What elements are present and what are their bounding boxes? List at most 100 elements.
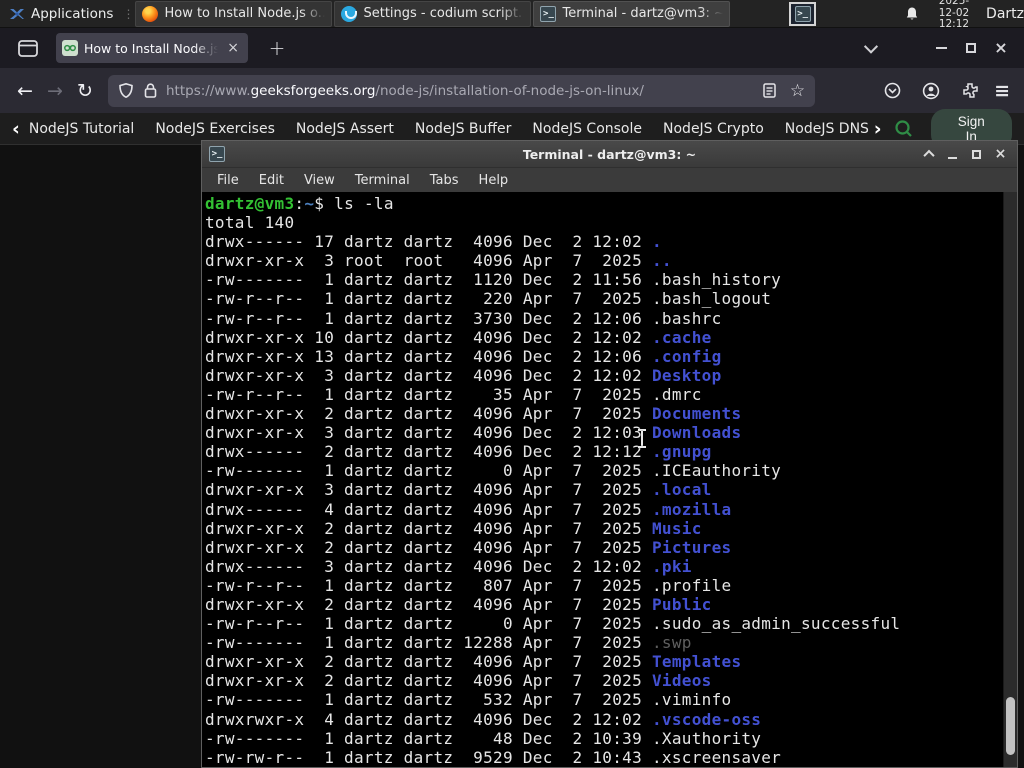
terminal-output-line: drwxrwxr-x 4 dartz dartz 4096 Dec 2 12:0… [205, 709, 762, 729]
terminal-output-line: drwxr-xr-x 3 dartz dartz 4096 Dec 2 12:0… [205, 423, 742, 443]
scrollbar-thumb[interactable] [1006, 697, 1015, 755]
terminal-menu-file[interactable]: File [208, 171, 248, 190]
tab-close-icon[interactable]: × [224, 40, 242, 56]
terminal-scrollbar[interactable] [1003, 192, 1017, 767]
terminal-output-line: -rw------- 1 dartz dartz 48 Dec 2 10:39 … [205, 728, 762, 748]
maximize-button[interactable] [969, 147, 984, 162]
nav-scroll-right-icon[interactable]: › [874, 118, 882, 140]
terminal-menu-help[interactable]: Help [470, 171, 518, 190]
terminal-prompt-line: dartz@vm3:~$ ls -la [205, 194, 394, 213]
terminal-output-line: drwxr-xr-x 10 dartz dartz 4096 Dec 2 12:… [205, 327, 712, 347]
close-button[interactable]: × [986, 34, 1016, 62]
terminal-output-line: -rw------- 1 dartz dartz 532 Apr 7 2025 … [205, 690, 732, 710]
terminal-output-line: -rw-r--r-- 1 dartz dartz 35 Apr 7 2025 .… [205, 384, 702, 404]
panel-clock[interactable]: 2025-12-02 12:12 [934, 0, 974, 31]
terminal-output-line: total 140 [205, 213, 295, 233]
tab-title: How to Install Node.js on [84, 40, 219, 56]
maximize-button[interactable] [956, 34, 986, 62]
site-nav-item[interactable]: NodeJS Buffer [415, 121, 512, 137]
terminal-menu-tabs[interactable]: Tabs [421, 171, 468, 190]
site-nav-item[interactable]: NodeJS DNS [785, 121, 869, 137]
extensions-puzzle-icon[interactable] [955, 76, 985, 106]
taskbar-window-terminal[interactable]: >_ Terminal - dartz@vm3: ~ [533, 0, 731, 27]
site-nav-item[interactable]: NodeJS Tutorial [29, 121, 134, 137]
terminal-output-line: -rw-r--r-- 1 dartz dartz 807 Apr 7 2025 … [205, 575, 732, 595]
url-input[interactable]: https://www.geeksforgeeks.org/node-js/in… [108, 74, 816, 107]
terminal-output-line: -rw------- 1 dartz dartz 12288 Apr 7 202… [205, 633, 692, 653]
firefox-view-icon[interactable] [14, 34, 42, 62]
site-nav-item[interactable]: NodeJS Console [532, 121, 642, 137]
terminal-listing: drwx------ 17 dartz dartz 4096 Dec 2 12:… [205, 232, 1001, 767]
notification-bell-icon[interactable] [904, 6, 920, 22]
terminal-output-line: drwxr-xr-x 2 dartz dartz 4096 Apr 7 2025… [205, 652, 742, 672]
forward-button[interactable]: → [40, 76, 70, 106]
close-button[interactable]: × [993, 147, 1008, 162]
tray-terminal-icon[interactable]: >_ [789, 1, 816, 26]
system-panel: Applications ⋮ How to Install Node.js o.… [0, 0, 1024, 31]
account-icon[interactable] [916, 76, 946, 106]
terminal-output-line: drwx------ 3 dartz dartz 4096 Dec 2 12:0… [205, 556, 692, 576]
site-nav-item[interactable]: NodeJS Crypto [663, 121, 764, 137]
terminal-output-line: drwxr-xr-x 2 dartz dartz 4096 Apr 7 2025… [205, 404, 742, 424]
terminal-menu-terminal[interactable]: Terminal [346, 171, 419, 190]
terminal-title: Terminal - dartz@vm3: ~ [522, 146, 697, 162]
terminal-output-line: drwxr-xr-x 3 root root 4096 Apr 7 2025 .… [205, 251, 672, 271]
terminal-menu-view[interactable]: View [295, 171, 344, 190]
clock-time: 12:12 [938, 18, 970, 31]
vscodium-icon [341, 5, 358, 22]
bookmark-star-icon[interactable]: ☆ [790, 81, 805, 101]
terminal-output-line: drwx------ 4 dartz dartz 4096 Apr 7 2025… [205, 499, 732, 519]
browser-toolbar: ← → ↻ https://www.geeksforgeeks.org/node… [0, 68, 1024, 113]
terminal-output-line: drwxr-xr-x 3 dartz dartz 4096 Dec 2 12:0… [205, 365, 722, 385]
taskbar-window-firefox[interactable]: How to Install Node.js o... [135, 0, 333, 27]
toolbar-right-icons: ≡ [877, 76, 1014, 106]
desktop-screen: Applications ⋮ How to Install Node.js o.… [0, 0, 1024, 768]
terminal-output-line: -rw------- 1 dartz dartz 1120 Dec 2 11:5… [205, 270, 782, 290]
list-all-tabs-icon[interactable] [856, 34, 886, 62]
terminal-output-line: drwxr-xr-x 2 dartz dartz 4096 Apr 7 2025… [205, 671, 712, 691]
minimize-button[interactable] [926, 34, 956, 62]
menu-hamburger-icon[interactable]: ≡ [994, 80, 1010, 102]
terminal-output-line: drwx------ 17 dartz dartz 4096 Dec 2 12:… [205, 232, 662, 252]
terminal-text: dartz@vm3:~$ ls -la total 140 drwx------… [205, 194, 1001, 767]
pocket-icon[interactable] [877, 76, 907, 106]
taskbar-window-label: Terminal - dartz@vm3: ~ [562, 6, 724, 21]
shield-icon[interactable] [118, 83, 134, 99]
applications-menu-button[interactable]: Applications [0, 0, 122, 28]
site-nav-items: NodeJS Tutorial NodeJS Exercises NodeJS As… [29, 121, 872, 137]
lock-icon[interactable] [142, 83, 158, 99]
back-button[interactable]: ← [10, 76, 40, 106]
site-nav-item[interactable]: NodeJS Exercises [155, 121, 275, 137]
clock-date: 2025-12-02 [938, 0, 970, 19]
terminal-output-line: drwxr-xr-x 2 dartz dartz 4096 Apr 7 2025… [205, 594, 712, 614]
browser-tab-active[interactable]: How to Install Node.js on × [56, 33, 248, 63]
url-text: https://www.geeksforgeeks.org/node-js/in… [166, 82, 644, 99]
terminal-output-line: drwxr-xr-x 3 dartz dartz 4096 Apr 7 2025… [205, 480, 712, 500]
reader-view-icon[interactable] [762, 83, 778, 99]
panel-username[interactable]: Dartz [986, 6, 1024, 22]
terminal-icon: >_ [540, 5, 557, 22]
minimize-button[interactable] [945, 147, 960, 162]
terminal-icon: >_ [794, 5, 811, 22]
terminal-output-line: -rw-r--r-- 1 dartz dartz 3730 Dec 2 12:0… [205, 308, 722, 328]
firefox-icon [142, 5, 159, 22]
search-icon[interactable] [894, 119, 913, 138]
terminal-output-line: -rw-r--r-- 1 dartz dartz 0 Apr 7 2025 .s… [205, 614, 901, 634]
panel-separator: ⋮ [122, 6, 134, 21]
taskbar-window-label: How to Install Node.js o... [164, 6, 326, 21]
terminal-window: >_ Terminal - dartz@vm3: ~ × File Edit Vie… [201, 140, 1018, 768]
terminal-titlebar[interactable]: >_ Terminal - dartz@vm3: ~ × [202, 141, 1017, 167]
applications-label: Applications [31, 5, 114, 22]
terminal-output-line: -rw-rw-r-- 1 dartz dartz 9529 Dec 2 10:4… [205, 747, 782, 767]
terminal-output-line: drwxr-xr-x 2 dartz dartz 4096 Apr 7 2025… [205, 518, 702, 538]
terminal-menu-edit[interactable]: Edit [250, 171, 293, 190]
taskbar-window-codium[interactable]: Settings - codium script... [334, 0, 532, 27]
browser-tab-bar: How to Install Node.js on × + × [0, 28, 1024, 68]
terminal-output-line: drwxr-xr-x 2 dartz dartz 4096 Apr 7 2025… [205, 537, 732, 557]
site-nav-item[interactable]: NodeJS Assert [296, 121, 394, 137]
reload-button[interactable]: ↻ [70, 76, 100, 106]
terminal-content[interactable]: dartz@vm3:~$ ls -la total 140 drwx------… [202, 192, 1017, 767]
new-tab-button[interactable]: + [264, 36, 290, 60]
shade-button[interactable] [921, 147, 936, 162]
nav-scroll-left-icon[interactable]: ‹ [12, 118, 20, 140]
